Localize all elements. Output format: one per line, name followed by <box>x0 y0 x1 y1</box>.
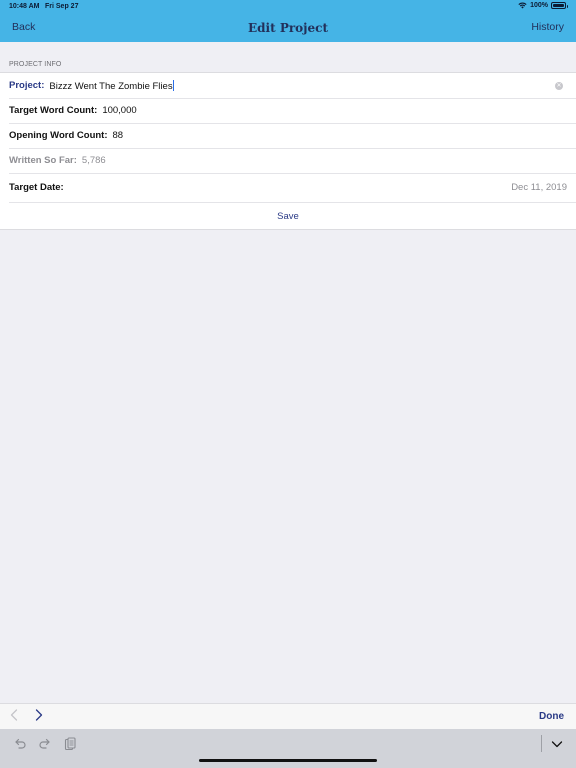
chevron-right-icon[interactable] <box>35 709 43 721</box>
undo-icon[interactable] <box>13 737 27 751</box>
toolbar-divider <box>541 735 542 752</box>
opening-word-count-input[interactable]: 88 <box>113 130 124 141</box>
target-word-count-row[interactable]: Target Word Count: 100,000 <box>0 98 576 123</box>
project-input[interactable]: Bizzz Went The Zombie Flies <box>49 79 175 92</box>
battery-icon <box>551 2 568 9</box>
written-so-far-label: Written So Far: <box>9 155 77 166</box>
page-title: Edit Project <box>248 21 328 35</box>
redo-icon[interactable] <box>38 737 52 751</box>
project-row[interactable]: Project: Bizzz Went The Zombie Flies ✕ <box>0 73 576 98</box>
history-button[interactable]: History <box>531 21 564 33</box>
keyboard-accessory-bar: Done <box>0 703 576 729</box>
paste-icon[interactable] <box>63 737 77 751</box>
target-date-row[interactable]: Target Date: Dec 11, 2019 <box>0 173 576 202</box>
chevron-down-icon[interactable] <box>550 737 564 751</box>
section-header: PROJECT INFO <box>9 61 62 68</box>
status-right: 100% <box>518 2 568 9</box>
written-so-far-value: 5,786 <box>81 155 106 166</box>
target-date-label: Target Date: <box>9 182 64 193</box>
target-word-count-input[interactable]: 100,000 <box>102 105 136 116</box>
status-time: 10:48 AM <box>9 3 40 10</box>
wifi-icon <box>518 2 527 9</box>
chevron-left-icon[interactable] <box>10 709 18 721</box>
project-info-form: Project: Bizzz Went The Zombie Flies ✕ T… <box>0 72 576 230</box>
project-label: Project: <box>9 80 45 91</box>
home-indicator[interactable] <box>199 759 377 762</box>
status-date: Fri Sep 27 <box>45 3 79 10</box>
save-button[interactable]: Save <box>0 211 576 222</box>
done-button[interactable]: Done <box>539 711 564 722</box>
target-word-count-label: Target Word Count: <box>9 105 98 116</box>
opening-word-count-label: Opening Word Count: <box>9 130 108 141</box>
opening-word-count-row[interactable]: Opening Word Count: 88 <box>0 123 576 148</box>
text-cursor <box>173 79 175 91</box>
status-bar: 10:48 AM Fri Sep 27 100% <box>0 0 576 13</box>
clear-icon[interactable]: ✕ <box>555 81 563 90</box>
divider <box>9 202 576 203</box>
written-so-far-row: Written So Far: 5,786 <box>0 148 576 173</box>
battery-percent: 100% <box>530 2 548 9</box>
navigation-bar: 10:48 AM Fri Sep 27 100% Back Edit Proje… <box>0 0 576 42</box>
target-date-value[interactable]: Dec 11, 2019 <box>511 182 567 193</box>
keyboard-shortcut-bar <box>0 729 576 768</box>
